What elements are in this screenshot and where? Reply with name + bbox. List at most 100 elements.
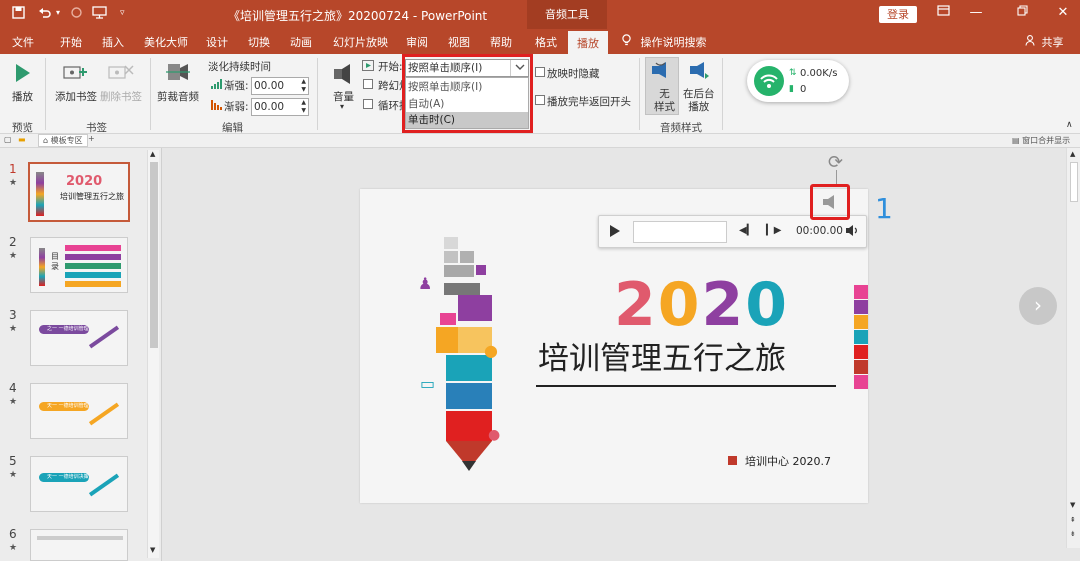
tab-insert[interactable]: 插入 <box>102 34 124 50</box>
slide-main-title: 培训管理五行之旅 <box>538 341 786 377</box>
scroll-up-icon[interactable]: ▲ <box>150 150 155 158</box>
close-icon[interactable]: ✕ <box>1053 5 1073 20</box>
scroll-thumb[interactable] <box>1070 162 1078 202</box>
play-icon[interactable] <box>14 62 32 87</box>
login-button[interactable]: 登录 <box>879 6 917 23</box>
audio-progress-bar[interactable] <box>633 221 727 243</box>
new-doc-icon[interactable]: ▢ <box>4 135 12 144</box>
tab-format[interactable]: 格式 <box>535 34 557 50</box>
slide-thumbnail-2[interactable]: 目录 <box>30 237 128 293</box>
save-icon[interactable] <box>12 6 25 23</box>
volume-dropdown-icon[interactable]: ▾ <box>340 102 344 111</box>
forward-icon[interactable]: ▎▶ <box>766 225 781 236</box>
fade-in-input[interactable]: 00.00 ▲ ▼ <box>251 77 309 95</box>
volume-icon[interactable] <box>332 62 356 89</box>
network-speed-widget[interactable]: ⇅ 0.00K/s ▮ 0 <box>747 60 849 102</box>
spinner-arrows-icon[interactable]: ▲ ▼ <box>301 99 306 115</box>
tell-me-search[interactable]: 操作说明搜索 <box>622 34 707 50</box>
previous-slide-icon[interactable]: ⇞ <box>1070 516 1076 524</box>
person-desk-icon: ♟ <box>418 274 433 293</box>
animation-star-icon: ★ <box>9 397 18 407</box>
player-volume-icon[interactable] <box>845 224 859 240</box>
tab-design[interactable]: 设计 <box>206 34 228 50</box>
year-digit: 2 <box>614 270 658 340</box>
tab-slideshow[interactable]: 幻灯片放映 <box>333 34 388 50</box>
fade-in-label: 渐强: <box>224 80 249 92</box>
next-slide-icon[interactable]: ⇟ <box>1070 530 1076 538</box>
slide-thumbnail-4[interactable]: 天一 一德培训管理 <box>30 383 128 439</box>
undo-icon[interactable] <box>38 6 52 23</box>
network-speed-value: 0.00K/s <box>800 68 838 79</box>
present-icon[interactable] <box>92 6 107 23</box>
thumb-year: 2020 <box>66 174 103 189</box>
folder-icon[interactable]: ▬ <box>18 135 26 144</box>
animation-star-icon: ★ <box>9 178 18 188</box>
add-bookmark-button[interactable]: 添加书签 <box>55 89 97 104</box>
thumbnail-scrollbar[interactable]: ▲ ▼ <box>147 150 159 558</box>
loop-checkbox[interactable] <box>363 99 373 109</box>
slide-thumbnail-5[interactable]: 天一 一德培训决策 <box>30 456 128 512</box>
remove-bookmark-button: 删除书签 <box>100 91 142 103</box>
undo-dropdown-icon[interactable]: ▾ <box>56 8 60 17</box>
toc-bar <box>65 263 121 269</box>
animation-star-icon: ★ <box>9 251 18 261</box>
fade-out-label: 渐弱: <box>224 101 249 113</box>
next-slide-button[interactable]: › <box>1019 287 1057 325</box>
tab-view[interactable]: 视图 <box>448 34 470 50</box>
slide-number: 3 <box>9 308 17 322</box>
rewind-after-playing-label: 播放完毕返回开头 <box>547 96 631 108</box>
slide-thumbnail-3[interactable]: 之一 一德培训管理 <box>30 310 128 366</box>
play-button[interactable]: 播放 <box>12 89 33 104</box>
trim-audio-icon[interactable] <box>166 60 190 87</box>
tab-review[interactable]: 审阅 <box>406 34 428 50</box>
main-vertical-scrollbar[interactable]: ▲ ▼ ⇞ ⇟ <box>1066 148 1080 548</box>
scroll-up-icon[interactable]: ▲ <box>1070 150 1075 158</box>
highlight-box-audio-icon[interactable] <box>810 184 850 220</box>
tab-home[interactable]: 开始 <box>60 34 82 50</box>
tab-playback[interactable]: 播放 <box>568 31 608 54</box>
hide-during-show-checkbox[interactable] <box>535 67 545 77</box>
animation-star-icon: ★ <box>9 470 18 480</box>
bookmarks-group-label: 书签 <box>86 122 107 134</box>
home-icon: ⌂ <box>43 136 49 145</box>
add-bookmark-icon[interactable] <box>63 62 89 85</box>
collapse-ribbon-icon[interactable]: ∧ <box>1066 120 1073 130</box>
template-zone-label: 模板专区 <box>50 136 83 145</box>
rewind-after-playing-checkbox[interactable] <box>535 95 545 105</box>
speaker-icon[interactable] <box>822 193 840 214</box>
ribbon-display-options-icon[interactable] <box>933 5 953 20</box>
tab-transitions[interactable]: 切换 <box>248 34 270 50</box>
scroll-down-icon[interactable]: ▼ <box>1070 501 1075 509</box>
tab-help[interactable]: 帮助 <box>490 34 512 50</box>
play-in-background-icon[interactable] <box>688 60 710 83</box>
minimize-icon[interactable]: — <box>966 5 986 20</box>
toc-bar <box>65 254 121 260</box>
spinner-arrows-icon[interactable]: ▲ ▼ <box>301 78 306 94</box>
tab-file[interactable]: 文件 <box>12 34 34 50</box>
rewind-icon[interactable]: ◀▎ <box>739 225 754 236</box>
slide-thumbnail-6[interactable] <box>30 529 128 561</box>
player-play-icon[interactable] <box>609 224 621 241</box>
play-across-slides-checkbox[interactable] <box>363 79 373 89</box>
title-underline <box>536 385 836 387</box>
chat-bubble-icon: ● <box>488 427 501 443</box>
redo-icon[interactable] <box>70 6 83 23</box>
window-merge-display[interactable]: ▤ 窗口合并显示 <box>1012 135 1070 146</box>
restore-icon[interactable] <box>1012 5 1032 20</box>
play-in-background-label[interactable]: 在后台 播放 <box>683 88 715 114</box>
tab-animations[interactable]: 动画 <box>290 34 312 50</box>
template-zone-tab[interactable]: ⌂ 模板专区 <box>38 134 88 147</box>
document-title: 《培训管理五行之旅》20200724 - PowerPoint <box>228 9 488 23</box>
trim-audio-button[interactable]: 剪裁音频 <box>157 89 199 104</box>
slide-thumbnail-1[interactable]: 2020 培训管理五行之旅 <box>28 162 130 222</box>
tab-beautify-master[interactable]: 美化大师 <box>144 34 188 50</box>
new-tab-icon[interactable]: + <box>88 134 95 143</box>
slide-footer: 培训中心 2020.7 <box>728 453 831 469</box>
share-button[interactable]: 共享 <box>1025 34 1064 50</box>
scroll-thumb[interactable] <box>150 162 158 348</box>
customize-qat-icon[interactable]: ▿ <box>120 8 125 18</box>
window-merge-label: 窗口合并显示 <box>1022 136 1071 145</box>
slide-year-title: 2020 <box>614 275 789 335</box>
scroll-down-icon[interactable]: ▼ <box>150 546 155 554</box>
fade-out-input[interactable]: 00.00 ▲ ▼ <box>251 98 309 116</box>
